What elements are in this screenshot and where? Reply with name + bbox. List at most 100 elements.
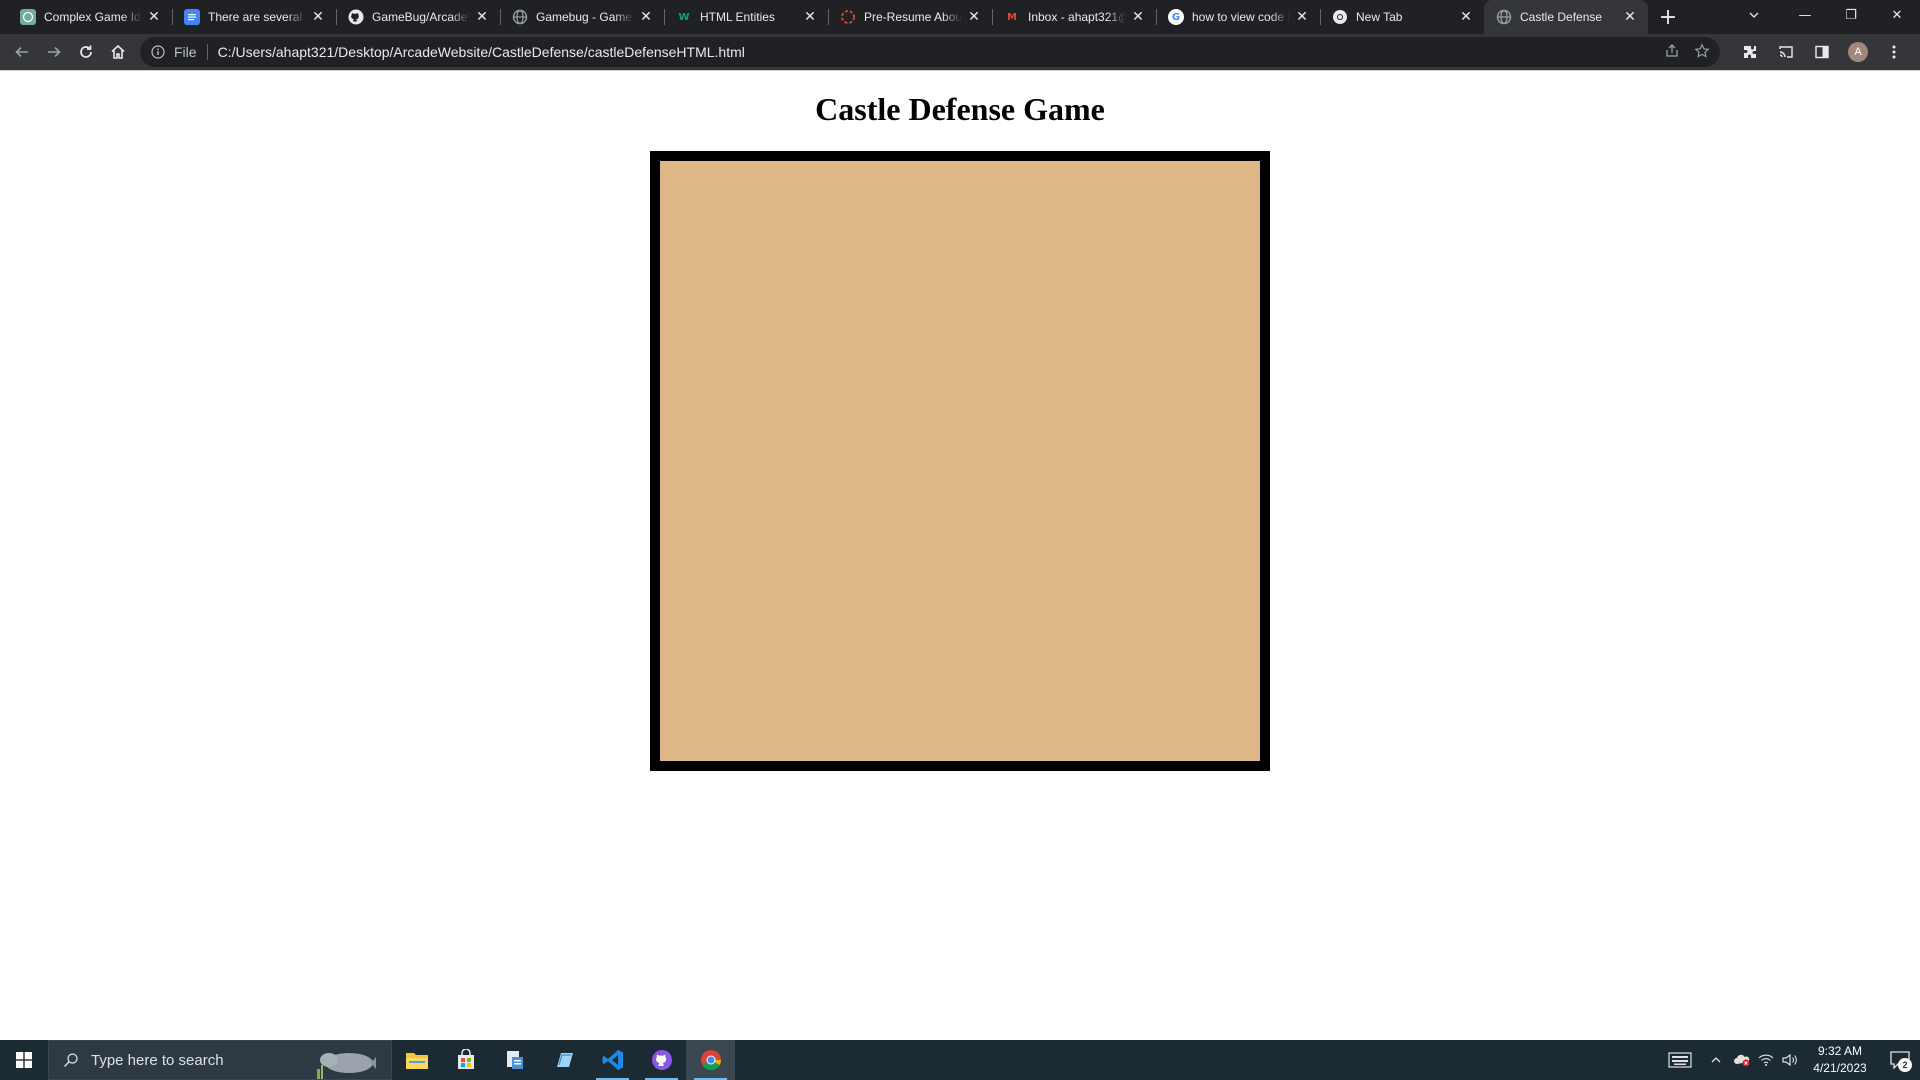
github-icon	[348, 9, 364, 25]
close-icon[interactable]: ✕	[1294, 9, 1310, 25]
page-title: Castle Defense Game	[815, 91, 1105, 127]
window-controls: — ❐ ✕	[1782, 0, 1920, 30]
close-window-button[interactable]: ✕	[1874, 0, 1920, 30]
close-icon[interactable]: ✕	[1458, 9, 1474, 25]
tab-complex-game-ideas[interactable]: Complex Game Ide ✕	[8, 0, 172, 34]
onedrive-error-icon[interactable]	[1730, 1040, 1754, 1080]
taskbar-notepad[interactable]	[539, 1040, 588, 1080]
url-text[interactable]: C:/Users/ahapt321/Desktop/ArcadeWebsite/…	[218, 44, 745, 60]
cast-icon[interactable]	[1770, 36, 1802, 68]
tab-new-tab[interactable]: New Tab ✕	[1320, 0, 1484, 34]
close-icon[interactable]: ✕	[638, 9, 654, 25]
url-scheme-label: File	[174, 44, 197, 60]
profile-button[interactable]: A	[1842, 36, 1874, 68]
windows-icon	[16, 1052, 32, 1068]
taskbar-search[interactable]: Type here to search	[48, 1040, 392, 1080]
windows-taskbar: Type here to search 9:32 AM 4/21/2023 2	[0, 1040, 1920, 1080]
more-vert-icon	[1892, 45, 1896, 59]
tab-title: Pre-Resume About	[864, 10, 962, 24]
share-icon[interactable]	[1664, 43, 1680, 59]
google-icon: G	[1168, 9, 1184, 25]
microsoft-store-icon	[457, 1049, 474, 1069]
address-bar[interactable]: File C:/Users/ahapt321/Desktop/ArcadeWeb…	[140, 37, 1720, 67]
google-docs-icon	[184, 9, 200, 25]
w3schools-icon: W	[678, 11, 690, 23]
taskbar-store[interactable]	[441, 1040, 490, 1080]
tab-gamebug-games[interactable]: Gamebug - Games ✕	[500, 0, 664, 34]
chrome-icon	[1332, 9, 1348, 25]
minimize-button[interactable]: —	[1782, 0, 1828, 30]
taskbar-file-manager[interactable]	[490, 1040, 539, 1080]
close-icon[interactable]: ✕	[1130, 9, 1146, 25]
side-panel-icon[interactable]	[1806, 36, 1838, 68]
reload-button[interactable]	[70, 36, 102, 68]
close-icon[interactable]: ✕	[474, 9, 490, 25]
tab-castle-defense[interactable]: Castle Defense ✕	[1484, 0, 1648, 34]
wifi-icon[interactable]	[1754, 1040, 1778, 1080]
back-button[interactable]	[6, 36, 38, 68]
notepad-icon	[556, 1053, 573, 1067]
star-icon[interactable]	[1694, 43, 1710, 59]
address-divider	[206, 44, 208, 60]
restore-button[interactable]: ❐	[1828, 0, 1874, 30]
clock-time: 9:32 AM	[1817, 1044, 1863, 1058]
globe-icon	[512, 9, 528, 25]
search-icon	[61, 1050, 81, 1070]
gmail-icon: M	[1007, 11, 1017, 23]
notification-badge: 2	[1898, 1058, 1912, 1072]
system-tray: 9:32 AM 4/21/2023 2	[1658, 1040, 1920, 1080]
close-icon[interactable]: ✕	[310, 9, 326, 25]
taskbar-apps	[392, 1040, 735, 1080]
tab-inbox[interactable]: M Inbox - ahapt321@ ✕	[992, 0, 1156, 34]
tab-title: how to view code l	[1192, 10, 1290, 24]
github-desktop-icon	[651, 1050, 672, 1070]
taskbar-file-explorer[interactable]	[392, 1040, 441, 1080]
globe-icon	[1496, 9, 1512, 25]
tab-html-entities[interactable]: W HTML Entities ✕	[664, 0, 828, 34]
tab-title: New Tab	[1356, 10, 1403, 24]
tab-how-to-view-code[interactable]: G how to view code l ✕	[1156, 0, 1320, 34]
tab-there-are-several[interactable]: There are several w ✕	[172, 0, 336, 34]
tab-pre-resume-about[interactable]: Pre-Resume About ✕	[828, 0, 992, 34]
taskbar-vscode[interactable]	[588, 1040, 637, 1080]
home-button[interactable]	[102, 36, 134, 68]
close-icon[interactable]: ✕	[146, 9, 162, 25]
clock-date: 4/21/2023	[1813, 1061, 1867, 1075]
browser-toolbar: File C:/Users/ahapt321/Desktop/ArcadeWeb…	[0, 34, 1920, 70]
tab-list: Complex Game Ide ✕ There are several w ✕…	[0, 0, 1682, 34]
search-placeholder: Type here to search	[91, 1051, 224, 1069]
arrow-left-icon	[15, 46, 28, 58]
new-tab-button[interactable]: +	[1654, 3, 1682, 31]
home-icon	[111, 44, 125, 59]
info-icon[interactable]	[150, 44, 166, 60]
forward-button[interactable]	[38, 36, 70, 68]
toolbar-actions: A	[1734, 36, 1910, 68]
keyboard-layout-icon[interactable]	[1658, 1040, 1702, 1080]
chatgpt-icon	[20, 9, 36, 25]
page-viewport: Castle Defense Game	[0, 71, 1920, 1040]
close-icon[interactable]: ✕	[966, 9, 982, 25]
close-icon[interactable]: ✕	[802, 9, 818, 25]
avatar: A	[1848, 42, 1868, 62]
extensions-icon[interactable]	[1734, 36, 1766, 68]
file-explorer-icon	[405, 1053, 428, 1069]
close-icon[interactable]: ✕	[1622, 9, 1638, 25]
vscode-icon	[602, 1050, 623, 1070]
taskbar-clock[interactable]: 9:32 AM 4/21/2023	[1810, 1043, 1870, 1077]
menu-button[interactable]	[1878, 36, 1910, 68]
tab-title: Complex Game Ide	[44, 10, 142, 24]
tab-search-button[interactable]	[1734, 0, 1774, 30]
file-manager-icon	[506, 1051, 523, 1069]
start-button[interactable]	[0, 1040, 48, 1080]
notification-center-button[interactable]: 2	[1880, 1040, 1920, 1080]
taskbar-chrome[interactable]	[686, 1040, 735, 1080]
loading-icon	[840, 9, 856, 25]
game-canvas[interactable]	[650, 151, 1270, 771]
tab-gamebug-arcade[interactable]: GameBug/ArcadeW ✕	[336, 0, 500, 34]
chevron-down-icon	[1749, 12, 1759, 18]
chevron-up-icon[interactable]	[1702, 1040, 1730, 1080]
taskbar-github-desktop[interactable]	[637, 1040, 686, 1080]
tab-title: GameBug/ArcadeW	[372, 10, 470, 24]
tab-title: There are several w	[208, 10, 306, 24]
volume-icon[interactable]	[1778, 1040, 1802, 1080]
